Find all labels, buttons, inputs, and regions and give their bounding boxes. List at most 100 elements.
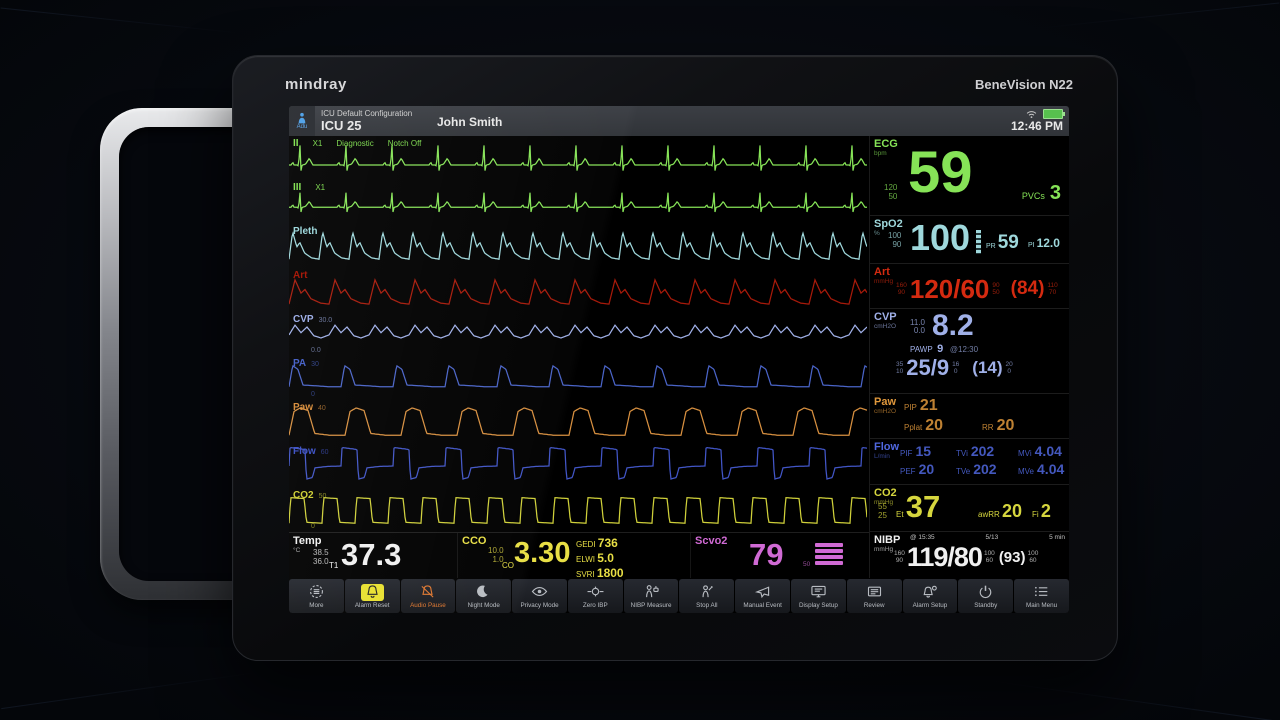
temp-unit: °C — [293, 547, 300, 554]
cco-tile[interactable]: CCO 10.01.0 CO 3.30 GEDI 736 ELWI 5.0 SV… — [458, 533, 691, 579]
pleth-trace — [289, 224, 867, 268]
nibp-measure-icon — [642, 584, 661, 599]
ecg-iii-waveform[interactable]: IIIX1 — [289, 180, 869, 224]
zero-ibp-icon — [586, 584, 605, 599]
display-setup-button[interactable]: Display Setup — [791, 579, 846, 613]
nibp-mean: (93) — [999, 549, 1026, 566]
zero-ibp-label: Zero IBP — [583, 602, 608, 609]
privacy-mode-button[interactable]: Privacy Mode — [512, 579, 567, 613]
top-bar: Adu ICU Default Configuration ICU 25 Joh… — [289, 106, 1069, 136]
paw-trace — [289, 400, 867, 444]
adult-patient-icon — [296, 112, 308, 124]
nibp-measure-label: NIBP Measure — [631, 602, 672, 609]
pleth-waveform[interactable]: Pleth — [289, 224, 869, 268]
co2-wave-label: CO2 — [293, 490, 314, 501]
quick-keys-toolbar: MoreAlarm Reset Audio Pause Night Mode Priv… — [289, 578, 1069, 613]
pa-waveform[interactable]: PA300 — [289, 356, 869, 400]
night-mode-icon — [474, 584, 493, 599]
paw-scale-top: 40 — [318, 405, 326, 412]
nibp-tile[interactable]: NIBP mmHg @ 15:355/135 min 16090 119/80 … — [870, 532, 1069, 579]
stop-all-button[interactable]: Stop All — [679, 579, 734, 613]
spo2-value: 100 — [910, 220, 970, 256]
co2-tile[interactable]: CO2 mmHg 5525 Et 37 awRR 20 Fi 2 — [870, 485, 1069, 531]
patient-type-label: Adu — [297, 124, 308, 130]
spo2-unit: % — [874, 230, 880, 237]
ecg-iii-annotation: X1 — [315, 183, 325, 192]
display-setup-icon — [809, 584, 828, 599]
art-value: 120/60 — [910, 276, 990, 302]
spo2-tile[interactable]: SpO2 % 10090 100 PR 59 PI 12.0 — [870, 216, 1069, 264]
ecg-label: ECG — [874, 138, 898, 150]
night-mode-label: Night Mode — [468, 602, 500, 609]
alarm-reset-button[interactable]: Alarm Reset — [345, 579, 400, 613]
spo2-label: SpO2 — [874, 218, 903, 230]
cvp-pa-tile[interactable]: CVP cmH2O 11.00.0 8.2 PAWP 9 @12:30 351 — [870, 309, 1069, 395]
bed-info[interactable]: ICU Default Configuration ICU 25 — [321, 109, 412, 133]
monitor-screen: Adu ICU Default Configuration ICU 25 Joh… — [289, 106, 1069, 613]
main-menu-button[interactable]: Main Menu — [1014, 579, 1069, 613]
paw-tile[interactable]: Paw cmH2O PIP21 Pplat20 RR20 — [870, 394, 1069, 438]
art-mean: (84) — [1011, 278, 1045, 300]
temp-label: Temp — [293, 535, 322, 547]
art-tile[interactable]: Art mmHg 16090 120/60 9050 (84) 11070 — [870, 264, 1069, 308]
patient-category-button[interactable]: Adu — [289, 106, 315, 136]
paw-values: PIP21 Pplat20 RR20 — [904, 397, 1052, 435]
cvp-scale-bottom: 0.0 — [311, 347, 321, 354]
cvp-limits: 11.00.0 — [910, 319, 925, 337]
patient-name[interactable]: John Smith — [437, 115, 502, 129]
co2-scale-bottom: 0 — [311, 523, 315, 530]
model-label: BeneVision N22 — [975, 77, 1073, 92]
alarm-setup-button[interactable]: Alarm Setup — [903, 579, 958, 613]
more-button[interactable]: More — [289, 579, 344, 613]
co2-trace — [289, 488, 867, 532]
art-wave-label: Art — [293, 270, 307, 281]
night-mode-button[interactable]: Night Mode — [456, 579, 511, 613]
monitor-bezel: mindray BeneVision N22 Adu ICU Default C… — [232, 55, 1118, 661]
display-setup-label: Display Setup — [799, 602, 838, 609]
ecg-ii-wave-label: II — [293, 138, 299, 149]
stop-all-label: Stop All — [696, 602, 717, 609]
manual-event-button[interactable]: Manual Event — [735, 579, 790, 613]
scvo2-tile[interactable]: Scvo2 79 50 — [691, 533, 869, 579]
cvp-waveform[interactable]: CVP30.00.0 — [289, 312, 869, 356]
nibp-header: @ 15:355/135 min — [910, 534, 1065, 541]
privacy-mode-icon — [530, 584, 549, 599]
temp-site-label: T1 — [329, 561, 338, 570]
pa-wave-label: PA — [293, 358, 306, 369]
main-menu-label: Main Menu — [1026, 602, 1057, 609]
etco2-value: Et 37 — [896, 489, 940, 525]
standby-icon — [976, 584, 995, 599]
flow-tile[interactable]: Flow L/min PIF15 TVi202 MVi4.04 PEF20 TV… — [870, 439, 1069, 485]
system-time[interactable]: 12:46 PM — [1011, 119, 1063, 135]
cvp-label: CVP — [874, 311, 897, 323]
flow-waveform[interactable]: Flow60 — [289, 444, 869, 488]
flow-trace — [289, 444, 867, 488]
art-waveform[interactable]: Art — [289, 268, 869, 312]
nibp-unit: mmHg — [874, 546, 893, 553]
ecg-limits: 12050 — [884, 184, 897, 202]
ecg-tile[interactable]: ECG bpm 12050 59 PVCs3 — [870, 136, 1069, 216]
brand-logo: mindray — [285, 76, 347, 93]
pa-scale-top: 30 — [311, 361, 319, 368]
nibp-measure-button[interactable]: NIBP Measure — [624, 579, 679, 613]
ecg-ii-waveform[interactable]: IIX1DiagnosticNotch Off — [289, 136, 869, 180]
temp-tile[interactable]: Temp °C 38.536.0 T1 37.3 — [289, 533, 458, 579]
standby-button[interactable]: Standby — [958, 579, 1013, 613]
review-button[interactable]: Review — [847, 579, 902, 613]
temp-value: 37.3 — [341, 539, 401, 570]
status-area: 12:46 PM — [1011, 108, 1063, 135]
ecg-ii-annotation: Notch Off — [388, 139, 422, 148]
waveform-area: IIX1DiagnosticNotch OffIIIX1 Pleth Art CVP3… — [289, 136, 869, 532]
ecg-iii-trace — [289, 180, 867, 224]
cco-label: CCO — [462, 535, 486, 547]
heart-rate-value: 59 — [908, 144, 973, 202]
pleth-wave-label: Pleth — [293, 226, 317, 237]
art-unit: mmHg — [874, 278, 893, 285]
paw-waveform[interactable]: Paw40 — [289, 400, 869, 444]
zero-ibp-button[interactable]: Zero IBP — [568, 579, 623, 613]
co2-waveform[interactable]: CO2500 — [289, 488, 869, 532]
audio-pause-button[interactable]: Audio Pause — [401, 579, 456, 613]
pvcs-value: PVCs3 — [1022, 182, 1061, 205]
scvo2-gauge-label: 50 — [803, 561, 810, 568]
audio-pause-label: Audio Pause — [410, 602, 446, 609]
